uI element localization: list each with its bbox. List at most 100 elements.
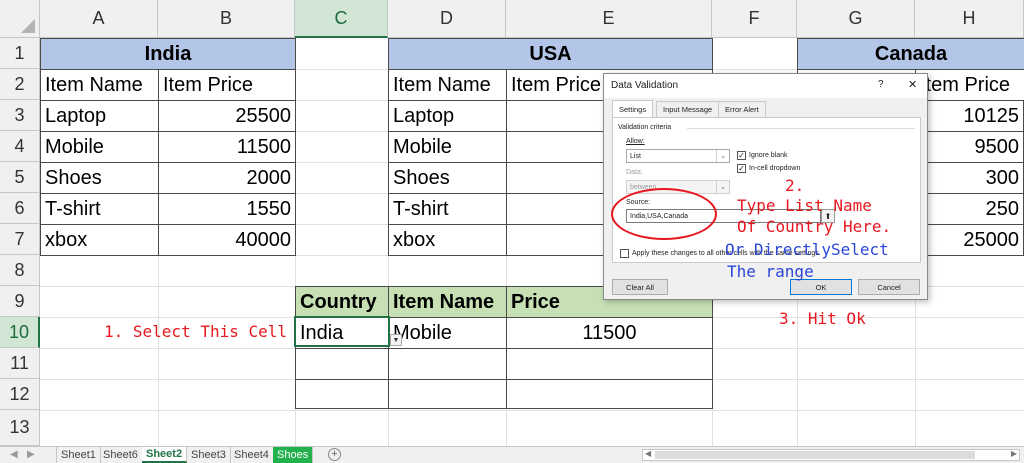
canada-price-cell[interactable]: 300 — [915, 162, 1024, 194]
india-title[interactable]: India — [40, 38, 296, 70]
india-header-item-name[interactable]: Item Name — [40, 69, 159, 101]
india-price-cell[interactable]: 1550 — [158, 193, 296, 225]
sheet-tab-bar: ◀ ▶ Sheet1 Sheet6 Sheet2 Sheet3 Sheet4 S… — [0, 446, 1024, 463]
canada-price-cell[interactable]: 9500 — [915, 131, 1024, 163]
row-header-10[interactable]: 10 — [0, 317, 40, 348]
canada-price-cell[interactable]: 25000 — [915, 224, 1024, 256]
clear-all-button[interactable]: Clear All — [612, 279, 668, 295]
apply-all-checkbox[interactable] — [620, 249, 629, 258]
ignore-blank-label: Ignore blank — [749, 152, 788, 159]
row-header-3[interactable]: 3 — [0, 100, 40, 131]
lookup-header-item-name[interactable]: Item Name — [388, 286, 507, 318]
help-icon[interactable]: ? — [878, 79, 884, 90]
in-cell-dropdown-checkbox[interactable]: ✓ — [737, 164, 746, 173]
annotation-step-2-line-3: Or DirectlySelect — [725, 240, 889, 259]
canada-price-cell[interactable]: 10125 — [915, 100, 1024, 132]
column-header-d[interactable]: D — [388, 0, 506, 38]
row-header-9[interactable]: 9 — [0, 286, 40, 317]
tab-input-message[interactable]: Input Message — [656, 101, 720, 117]
row-header-5[interactable]: 5 — [0, 162, 40, 193]
row-header-2[interactable]: 2 — [0, 69, 40, 100]
india-price-cell[interactable]: 2000 — [158, 162, 296, 194]
column-header-e[interactable]: E — [506, 0, 712, 38]
row-header-4[interactable]: 4 — [0, 131, 40, 162]
sheet-tab[interactable]: Sheet1 — [56, 447, 101, 463]
row-header-12[interactable]: 12 — [0, 379, 40, 410]
lookup-empty-cell[interactable] — [506, 348, 713, 380]
india-price-cell[interactable]: 11500 — [158, 131, 296, 163]
sheet-tab[interactable]: Sheet3 — [187, 447, 231, 463]
close-icon[interactable]: ✕ — [908, 78, 917, 91]
tab-error-alert[interactable]: Error Alert — [718, 101, 766, 117]
india-item-cell[interactable]: Shoes — [40, 162, 159, 194]
lookup-empty-cell[interactable] — [388, 379, 507, 409]
add-sheet-icon[interactable]: + — [328, 448, 341, 461]
tab-settings[interactable]: Settings — [612, 100, 654, 118]
scrollbar-thumb[interactable] — [655, 451, 975, 459]
india-price-cell[interactable]: 25500 — [158, 100, 296, 132]
dialog-titlebar[interactable]: Data Validation ? ✕ — [604, 74, 927, 98]
usa-header-item-name[interactable]: Item Name — [388, 69, 507, 101]
chevron-right-icon[interactable]: ▶ — [1011, 449, 1017, 458]
sheet-tab[interactable]: Sheet4 — [230, 447, 274, 463]
allow-label: Allow: — [626, 138, 645, 145]
cancel-button[interactable]: Cancel — [858, 279, 920, 295]
sheet-tab-shoes[interactable]: Shoes — [273, 447, 314, 463]
annotation-step-1: 1. Select This Cell — [104, 322, 288, 341]
column-header-g[interactable]: G — [797, 0, 915, 38]
canada-title[interactable]: Canada — [797, 38, 1024, 70]
lookup-item-cell[interactable]: Mobile — [388, 317, 507, 349]
ok-button[interactable]: OK — [790, 279, 852, 295]
india-header-item-price[interactable]: Item Price — [158, 69, 296, 101]
select-all-corner[interactable] — [0, 0, 40, 38]
canada-price-cell[interactable]: 250 — [915, 193, 1024, 225]
row-header-8[interactable]: 8 — [0, 255, 40, 286]
allow-value: List — [630, 152, 641, 160]
annotation-step-2-number: 2. — [785, 176, 805, 195]
chevron-right-icon[interactable]: ▶ — [27, 449, 35, 460]
lookup-empty-cell[interactable] — [295, 348, 389, 380]
data-label: Data: — [626, 169, 643, 176]
column-header-c[interactable]: C — [295, 0, 388, 38]
usa-item-cell[interactable]: Laptop — [388, 100, 507, 132]
usa-item-cell[interactable]: Shoes — [388, 162, 507, 194]
usa-item-cell[interactable]: Mobile — [388, 131, 507, 163]
annotation-step-2-line-2: Of Country Here. — [737, 217, 892, 236]
column-header-h[interactable]: H — [915, 0, 1024, 38]
india-item-cell[interactable]: Laptop — [40, 100, 159, 132]
column-header-a[interactable]: A — [40, 0, 158, 38]
annotation-step-2-line-4: The range — [727, 262, 814, 281]
chevron-down-icon: ⌄ — [716, 150, 729, 162]
ignore-blank-checkbox[interactable]: ✓ — [737, 151, 746, 160]
row-header-7[interactable]: 7 — [0, 224, 40, 255]
lookup-empty-cell[interactable] — [506, 379, 713, 409]
lookup-empty-cell[interactable] — [388, 348, 507, 380]
row-header-11[interactable]: 11 — [0, 348, 40, 379]
row-header-6[interactable]: 6 — [0, 193, 40, 224]
horizontal-scrollbar[interactable]: ◀ ▶ — [642, 449, 1020, 461]
chevron-down-icon[interactable]: ▼ — [390, 334, 402, 346]
india-item-cell[interactable]: T-shirt — [40, 193, 159, 225]
column-header-f[interactable]: F — [712, 0, 797, 38]
row-header-1[interactable]: 1 — [0, 38, 40, 69]
chevron-left-icon[interactable]: ◀ — [645, 449, 651, 458]
column-header-b[interactable]: B — [158, 0, 295, 38]
lookup-empty-cell[interactable] — [295, 379, 389, 409]
row-header-13[interactable]: 13 — [0, 410, 40, 446]
india-item-cell[interactable]: Mobile — [40, 131, 159, 163]
allow-select[interactable]: List ⌄ — [626, 149, 730, 163]
usa-item-cell[interactable]: T-shirt — [388, 193, 507, 225]
source-highlight-ellipse — [611, 188, 717, 240]
india-price-cell[interactable]: 40000 — [158, 224, 296, 256]
india-item-cell[interactable]: xbox — [40, 224, 159, 256]
validation-criteria-label: Validation criteria — [618, 124, 672, 131]
sheet-tab[interactable]: Sheet6 — [99, 447, 143, 463]
sheet-tab-active[interactable]: Sheet2 — [142, 447, 188, 463]
canada-header-item-price[interactable]: Item Price — [915, 69, 1024, 101]
lookup-header-country[interactable]: Country — [295, 286, 389, 318]
usa-item-cell[interactable]: xbox — [388, 224, 507, 256]
lookup-price-cell[interactable]: 11500 — [506, 317, 713, 349]
usa-title[interactable]: USA — [388, 38, 713, 70]
chevron-left-icon[interactable]: ◀ — [10, 449, 18, 460]
dialog-title: Data Validation — [611, 80, 679, 91]
